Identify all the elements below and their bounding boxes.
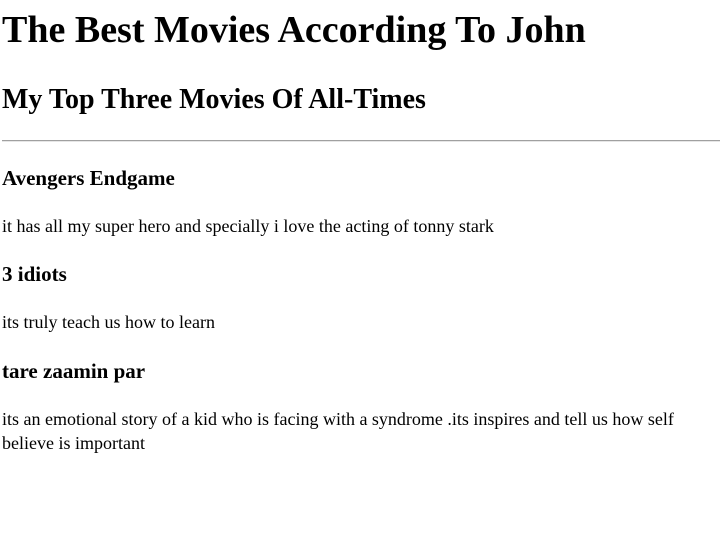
page-title: The Best Movies According To John — [2, 9, 586, 51]
movie-title: Avengers Endgame — [2, 166, 175, 190]
page-content: The Best Movies According To John My Top… — [0, 8, 728, 455]
movie-description: its an emotional story of a kid who is f… — [2, 409, 674, 453]
movie-item: tare zaamin par its an emotional story o… — [2, 359, 720, 455]
movie-description: its truly teach us how to learn — [2, 312, 215, 332]
movie-description: it has all my super hero and specially i… — [2, 216, 494, 236]
movie-item: Avengers Endgame it has all my super her… — [2, 166, 720, 238]
movie-title: 3 idiots — [2, 262, 67, 286]
movie-title: tare zaamin par — [2, 359, 146, 383]
divider — [2, 140, 720, 142]
movie-item: 3 idiots its truly teach us how to learn — [2, 262, 720, 334]
page-subtitle: My Top Three Movies Of All-Times — [2, 84, 426, 115]
movie-list: Avengers Endgame it has all my super her… — [2, 166, 720, 455]
